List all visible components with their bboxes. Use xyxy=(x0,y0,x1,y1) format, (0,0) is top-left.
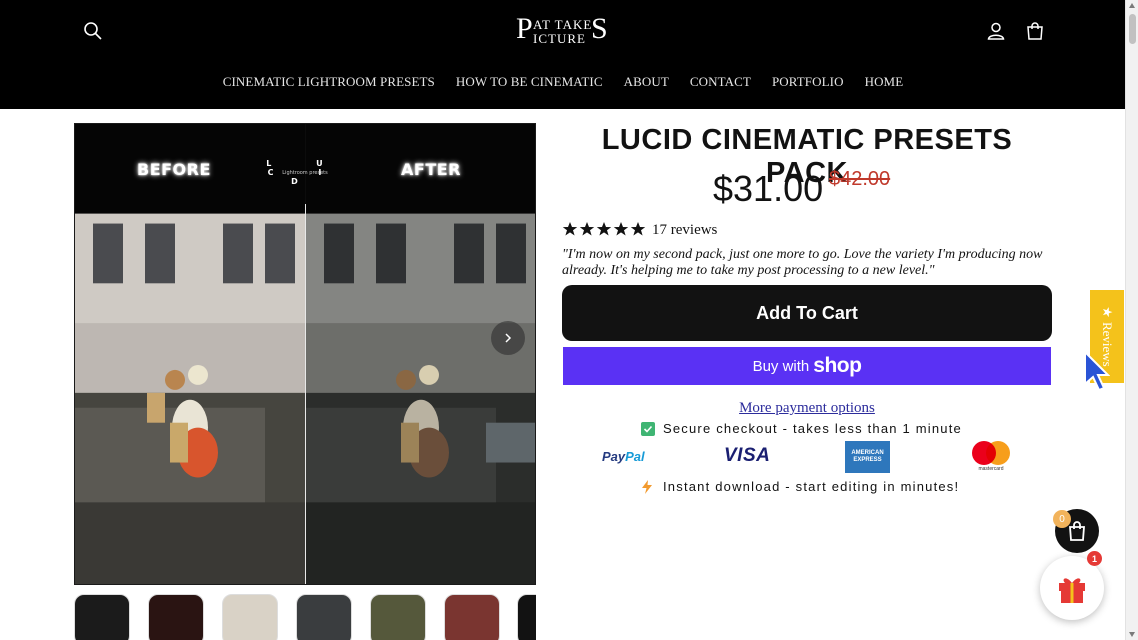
paypal-logo-part-2: Pal xyxy=(625,449,645,464)
nav-item-cinematic-presets[interactable]: CINEMATIC LIGHTROOM PRESETS xyxy=(223,74,435,90)
thumbnail-3[interactable] xyxy=(222,594,278,640)
scrollbar-thumb[interactable] xyxy=(1129,14,1136,44)
lightning-icon xyxy=(642,479,652,494)
thumbnail-6[interactable] xyxy=(444,594,500,640)
scroll-up-arrow-icon[interactable] xyxy=(1129,3,1135,8)
shop-pay-with-label: Buy with xyxy=(752,357,810,375)
amex-logo-line-1: AMERICAN xyxy=(851,450,884,456)
site-logo[interactable]: P AT TAKE ICTURE S xyxy=(516,14,610,48)
star-icon xyxy=(579,222,595,236)
amex-logo-line-2: EXPRESS xyxy=(853,457,882,463)
product-image-main[interactable]: BEFORE AFTER L U C I D Lightroom presets xyxy=(74,123,536,585)
mastercard-text: mastercard xyxy=(978,466,1004,472)
chevron-right-icon xyxy=(505,333,512,343)
payment-logos: PayPal VISA AMERICAN EXPRESS mastercard xyxy=(562,440,1052,474)
nav-item-how-to-be-cinematic[interactable]: HOW TO BE CINEMATIC xyxy=(456,74,603,90)
gallery-next-button[interactable] xyxy=(491,321,525,355)
scroll-down-arrow-icon[interactable] xyxy=(1129,632,1135,637)
secure-checkout-row: Secure checkout - takes less than 1 minu… xyxy=(641,421,962,436)
star-icon xyxy=(562,222,578,236)
mouse-cursor-icon xyxy=(1084,350,1110,392)
before-after-divider[interactable] xyxy=(305,204,306,584)
rating-stars[interactable] xyxy=(562,221,646,237)
star-icon xyxy=(613,222,629,236)
lucid-subtitle: Lightroom presets xyxy=(282,170,328,176)
nav-item-home[interactable]: HOME xyxy=(865,74,904,90)
logo-text-bottom: ICTURE xyxy=(533,31,586,46)
after-label: AFTER xyxy=(401,160,461,179)
add-to-cart-button[interactable]: Add To Cart xyxy=(562,285,1052,341)
cart-icon[interactable] xyxy=(1021,17,1049,45)
thumbnail-2[interactable] xyxy=(148,594,204,640)
nav-item-about[interactable]: ABOUT xyxy=(624,74,669,90)
thumbnail-strip xyxy=(74,594,536,640)
logo-letter-p: P xyxy=(516,12,533,45)
mastercard-logo: mastercard xyxy=(972,441,1010,473)
shop-pay-logo: shop xyxy=(813,354,862,377)
nav-item-portfolio[interactable]: PORTFOLIO xyxy=(772,74,844,90)
reviews-count-link[interactable]: 17 reviews xyxy=(652,222,717,239)
account-icon[interactable] xyxy=(982,17,1010,45)
gift-icon xyxy=(1059,578,1085,603)
search-icon[interactable] xyxy=(79,17,107,45)
gift-count-badge: 1 xyxy=(1087,551,1102,566)
page-scrollbar[interactable] xyxy=(1125,0,1138,640)
paypal-logo: PayPal xyxy=(602,449,645,464)
visa-logo: VISA xyxy=(724,445,771,466)
product-price: $31.00 xyxy=(713,168,824,209)
secure-checkout-text: Secure checkout - takes less than 1 minu… xyxy=(663,421,962,436)
thumbnail-5[interactable] xyxy=(370,594,426,640)
compare-at-price: $42.00 xyxy=(829,168,891,190)
more-payment-options-link[interactable]: More payment options xyxy=(562,400,1052,417)
instant-download-text: Instant download - start editing in minu… xyxy=(663,479,960,494)
site-header: P AT TAKE ICTURE S CINEMATIC LIGHTROOM P… xyxy=(0,0,1125,109)
cart-count-badge: 0 xyxy=(1053,510,1071,528)
main-nav: CINEMATIC LIGHTROOM PRESETS HOW TO BE CI… xyxy=(0,74,1125,90)
checkmark-icon xyxy=(641,421,655,436)
thumbnail-1[interactable] xyxy=(74,594,130,640)
logo-letter-s: S xyxy=(591,12,608,45)
testimonial-quote: "I'm now on my second pack, just one mor… xyxy=(562,247,1043,278)
thumbnail-7[interactable] xyxy=(517,594,536,640)
amex-logo: AMERICAN EXPRESS xyxy=(845,441,890,473)
star-icon: ★ xyxy=(1100,306,1115,318)
star-icon xyxy=(596,222,612,236)
before-label: BEFORE xyxy=(137,160,211,179)
star-icon xyxy=(630,222,646,236)
thumbnail-4[interactable] xyxy=(296,594,352,640)
shop-pay-button[interactable]: Buy with shop xyxy=(563,347,1051,385)
paypal-logo-part-1: Pay xyxy=(602,449,626,464)
nav-item-contact[interactable]: CONTACT xyxy=(690,74,751,90)
instant-download-row: Instant download - start editing in minu… xyxy=(641,479,959,494)
before-photo xyxy=(75,124,305,584)
